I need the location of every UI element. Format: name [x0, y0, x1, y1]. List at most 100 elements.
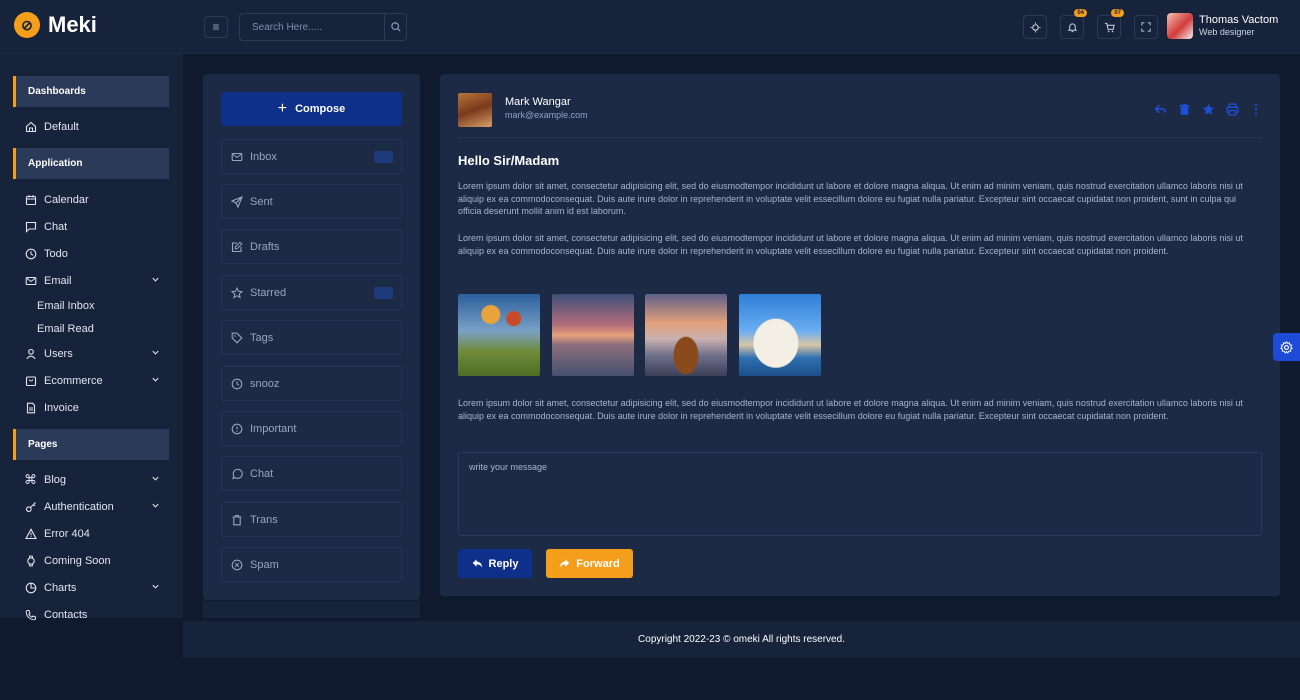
mail-folder-label: Important: [250, 422, 297, 435]
cart-button[interactable]: 07: [1097, 9, 1124, 39]
sidebar-item-calendar[interactable]: Calendar: [24, 190, 160, 210]
sidebar-item-label: Contacts: [44, 609, 88, 621]
chevron-down-icon: [151, 582, 160, 594]
mail-folder-important[interactable]: Important: [221, 411, 402, 446]
star-icon: [1202, 103, 1214, 115]
x-circle-icon: [231, 559, 243, 570]
pie-chart-icon: [25, 582, 36, 594]
mail-folder-label: Starred: [250, 286, 287, 299]
sidebar-item-ecommerce[interactable]: Ecommerce: [24, 371, 160, 391]
sidebar-item-label: Authentication: [44, 501, 114, 513]
sidebar-item-default[interactable]: Default: [24, 117, 160, 137]
settings-toggle-button[interactable]: [1273, 333, 1300, 361]
sidebar-item-label: Users: [44, 348, 73, 360]
notifications-badge: 04: [1074, 9, 1087, 17]
mail-folder-drafts[interactable]: Drafts: [221, 229, 402, 264]
unread-badge: [374, 286, 393, 299]
mail-folder-label: Sent: [250, 195, 273, 208]
mail-folder-tags[interactable]: Tags: [221, 320, 402, 355]
mail-folder-label: snooz: [250, 377, 280, 390]
attachment-image-boat[interactable]: [645, 294, 727, 376]
sidebar-item-chat[interactable]: Chat: [24, 217, 160, 237]
fullscreen-button[interactable]: [1134, 15, 1158, 39]
sidebar-item-coming-soon[interactable]: Coming Soon: [24, 551, 160, 571]
theme-toggle-button[interactable]: [1023, 15, 1047, 39]
shopping-bag-icon: [25, 376, 36, 387]
mail-folder-label: Tags: [250, 331, 274, 344]
mail-folder-sent[interactable]: Sent: [221, 184, 402, 219]
home-icon: [25, 121, 36, 133]
message-circle-icon: [232, 468, 243, 479]
mail-folder-trans[interactable]: Trans: [221, 502, 402, 537]
chevron-down-icon: [151, 275, 160, 287]
message-input[interactable]: [458, 452, 1262, 536]
sidebar-item-invoice[interactable]: Invoice: [24, 398, 160, 418]
forward-button[interactable]: Forward: [546, 549, 633, 578]
gear-icon: [1280, 340, 1293, 354]
cart-icon: [1104, 22, 1115, 32]
sender-email: mark@example.com: [505, 110, 588, 120]
sidebar-item-label: Calendar: [44, 194, 89, 206]
logo[interactable]: ⊘ Meki: [14, 12, 97, 38]
mail-folder-inbox[interactable]: Inbox: [221, 139, 402, 174]
user-name: Thomas Vactom: [1199, 14, 1279, 26]
reply-label: Reply: [488, 557, 519, 570]
sidebar-item-contacts[interactable]: Contacts: [24, 605, 160, 625]
mail-folder-spam[interactable]: Spam: [221, 547, 402, 582]
user-role: Web designer: [1199, 27, 1255, 37]
search-box: [239, 13, 407, 41]
email-paragraph: Lorem ipsum dolor sit amet, consectetur …: [458, 233, 1243, 256]
sidebar-item-todo[interactable]: Todo: [24, 244, 160, 264]
sidebar-section-dashboards: Dashboards: [13, 76, 169, 107]
sidebar-item-email[interactable]: Email: [24, 271, 160, 291]
delete-action-button[interactable]: [1176, 101, 1192, 117]
notifications-button[interactable]: 04: [1060, 9, 1087, 39]
sidebar-item-users[interactable]: Users: [24, 344, 160, 364]
reply-icon: [472, 559, 482, 568]
email-paragraph: Lorem ipsum dolor sit amet, consectetur …: [458, 398, 1243, 421]
reply-action-button[interactable]: [1152, 101, 1168, 117]
compose-button[interactable]: + Compose: [221, 92, 402, 126]
printer-icon: [1225, 102, 1239, 116]
mail-folder-chat[interactable]: Chat: [221, 456, 402, 491]
sidebar-item-label: Ecommerce: [44, 375, 103, 387]
watch-icon: [26, 555, 35, 567]
mail-folder-starred[interactable]: Starred: [221, 275, 402, 310]
sidebar-item-error-404[interactable]: Error 404: [24, 524, 160, 544]
mail-folder-snooz[interactable]: snooz: [221, 366, 402, 401]
sidebar-item-blog[interactable]: ⌘ Blog: [24, 470, 160, 490]
trash-icon: [232, 514, 242, 525]
user-profile[interactable]: Thomas Vactom Web designer: [1167, 13, 1278, 39]
bell-icon: [1067, 22, 1077, 32]
reply-button[interactable]: Reply: [458, 549, 532, 578]
unread-badge: [374, 150, 393, 163]
search-input[interactable]: [240, 14, 384, 40]
menu-toggle-button[interactable]: ≡: [204, 16, 228, 38]
phone-icon: [25, 610, 36, 621]
email-actions: [1152, 101, 1264, 117]
tag-icon: [231, 332, 243, 344]
sidebar-item-authentication[interactable]: Authentication: [24, 497, 160, 517]
more-vertical-icon: [1254, 103, 1258, 115]
sidebar-section-application: Application: [13, 148, 169, 179]
star-action-button[interactable]: [1200, 101, 1216, 117]
edit-icon: [231, 240, 243, 252]
top-header: ⊘ Meki ≡ 04 07 Thomas Vactom Web designe…: [0, 0, 1300, 54]
attachment-image-opera-house[interactable]: [739, 294, 821, 376]
chevron-down-icon: [151, 501, 160, 513]
sidebar-item-charts[interactable]: Charts: [24, 578, 160, 598]
more-options-button[interactable]: [1248, 101, 1264, 117]
search-button[interactable]: [384, 14, 406, 40]
sidebar: Dashboards Default Application Calendar …: [0, 54, 183, 621]
email-read-panel: Mark Wangar mark@example.com Hello Sir/M…: [440, 74, 1280, 596]
sidebar-subitem-email-inbox[interactable]: Email Inbox: [37, 300, 94, 312]
sidebar-subitem-email-read[interactable]: Email Read: [37, 323, 94, 335]
footer: Copyright 2022-23 © omeki All rights res…: [183, 621, 1300, 658]
attachment-image-opera-bridge[interactable]: [552, 294, 634, 376]
mail-folder-label: Drafts: [250, 240, 280, 253]
print-action-button[interactable]: [1224, 101, 1240, 117]
attachment-image-balloons[interactable]: [458, 294, 540, 376]
cart-badge: 07: [1111, 9, 1124, 17]
mail-panel-footer: [203, 601, 420, 618]
warning-icon: [24, 528, 37, 540]
